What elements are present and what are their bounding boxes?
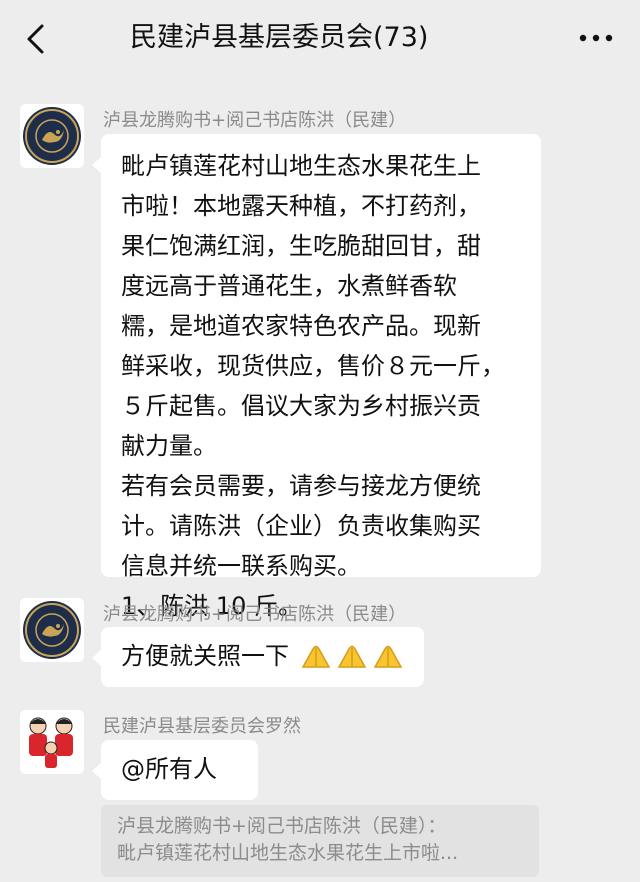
more-dots-icon[interactable] (578, 32, 614, 44)
message-line: 毗卢镇莲花村山地生态水果花生上 (121, 152, 481, 180)
top-bar: 民建泸县基层委员会(73) (0, 0, 640, 76)
message-line: 果仁饱满红润，生吃脆甜回甘，甜 (121, 232, 481, 260)
avatar[interactable] (20, 710, 84, 774)
message-line: 若有会员需要，请参与接龙方便统 (121, 472, 481, 500)
quote-sender: 泸县龙腾购书+阅己书店陈洪（民建）： (117, 815, 447, 837)
message-line: 鲜采收，现货供应，售价８元一斤， (121, 352, 505, 380)
avatar[interactable] (20, 104, 84, 168)
message-bubble[interactable]: 方便就关照一下 (92, 627, 424, 687)
message-line: 度远高于普通花生，水煮鲜香软 (121, 272, 457, 300)
quote-text: 毗卢镇莲花村山地生态水果花生上市啦... (117, 842, 459, 864)
folded-hands-icon (337, 645, 366, 668)
message-line: 计。请陈洪（企业）负责收集购买 (121, 512, 481, 540)
message-text: 方便就关照一下 (121, 642, 289, 670)
quoted-message[interactable]: 泸县龙腾购书+阅己书店陈洪（民建）： 毗卢镇莲花村山地生态水果花生上市啦... (101, 805, 539, 877)
folded-hands-icon (373, 645, 402, 668)
message-text: @所有人 (121, 755, 217, 783)
family-cartoon-icon (20, 710, 84, 774)
message-bubble[interactable]: 毗卢镇莲花村山地生态水果花生上 市啦！本地露天种植，不打药剂， 果仁饱满红润，生… (92, 134, 541, 620)
bookstore-logo-icon (20, 598, 84, 662)
message-line: 献力量。 (121, 432, 217, 460)
message-bubble[interactable]: @所有人 (92, 740, 258, 800)
chevron-left-icon[interactable] (22, 22, 52, 56)
message-line: 市啦！本地露天种植，不打药剂， (121, 192, 481, 220)
sender-name: 泸县龙腾购书+阅己书店陈洪（民建） (103, 110, 407, 131)
folded-hands-icon (301, 645, 330, 668)
bookstore-logo-icon (20, 104, 84, 168)
chat-title: 民建泸县基层委员会(73) (130, 22, 429, 53)
sender-name: 民建泸县基层委员会罗然 (103, 716, 301, 737)
avatar[interactable] (20, 598, 84, 662)
message-line: ５斤起售。倡议大家为乡村振兴贡 (121, 392, 481, 420)
message-line: 糯，是地道农家特色农产品。现新 (121, 312, 481, 340)
message-line: 信息并统一联系购买。 (121, 552, 361, 580)
sender-name: 泸县龙腾购书+阅己书店陈洪（民建） (103, 604, 407, 625)
